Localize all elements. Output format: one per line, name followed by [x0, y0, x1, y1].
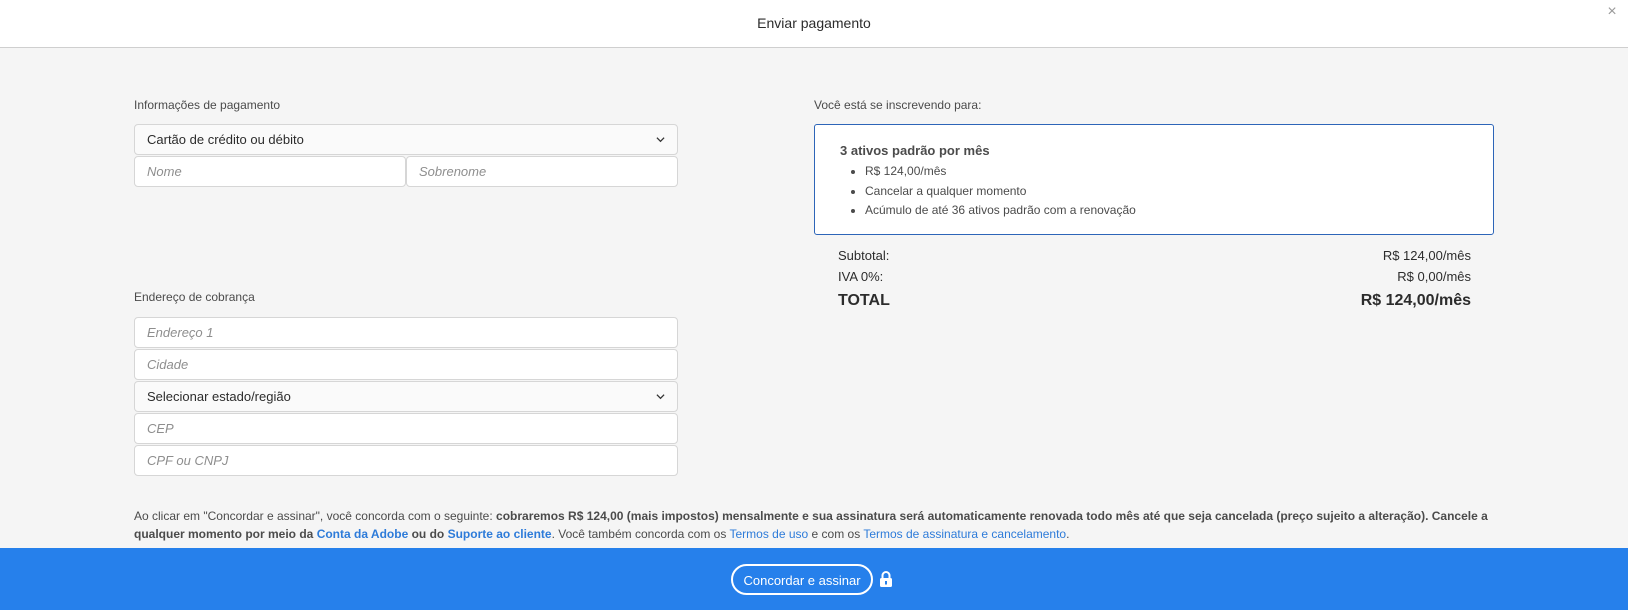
chevron-down-icon [656, 137, 665, 143]
total-value: R$ 124,00/mês [1360, 292, 1471, 309]
city-placeholder: Cidade [147, 357, 189, 372]
legal-intro: Ao clicar em "Concordar e assinar", você… [134, 509, 497, 523]
payment-method-value: Cartão de crédito ou débito [147, 132, 304, 147]
subtotal-label: Subtotal: [838, 248, 890, 263]
plan-summary-card: 3 ativos padrão por mês R$ 124,00/mês Ca… [814, 124, 1494, 235]
subtotal-value: R$ 124,00/mês [1382, 248, 1471, 263]
state-select[interactable]: Selecionar estado/região [134, 381, 678, 412]
payment-method-select[interactable]: Cartão de crédito ou débito [134, 124, 678, 155]
address1-placeholder: Endereço 1 [147, 325, 214, 340]
chevron-down-icon [656, 394, 665, 400]
city-input[interactable]: Cidade [134, 349, 678, 380]
legal-and-text: e com os [808, 527, 864, 541]
last-name-placeholder: Sobrenome [419, 164, 487, 179]
subtotal-row: Subtotal: R$ 124,00/mês [838, 248, 1471, 263]
billing-section-label: Endereço de cobrança [134, 290, 255, 304]
subscription-terms-link[interactable]: Termos de assinatura e cancelamento [863, 527, 1066, 541]
zip-placeholder: CEP [147, 421, 174, 436]
last-name-input[interactable]: Sobrenome [406, 156, 678, 187]
modal-header: Enviar pagamento × [0, 0, 1628, 48]
customer-support-link[interactable]: Suporte ao cliente [448, 527, 552, 541]
close-icon[interactable]: × [1604, 4, 1620, 20]
legal-also-text: . Você também concorda com os [551, 527, 730, 541]
plan-feature-list: R$ 124,00/mês Cancelar a qualquer moment… [849, 162, 1136, 221]
plan-title: 3 ativos padrão por mês [840, 143, 990, 158]
footer-bar: Concordar e assinar [0, 548, 1628, 610]
legal-or-text: ou do [408, 527, 448, 541]
tax-id-input[interactable]: CPF ou CNPJ [134, 445, 678, 476]
lock-icon [880, 571, 892, 587]
page-title: Enviar pagamento [757, 15, 871, 31]
state-value: Selecionar estado/região [147, 389, 291, 404]
first-name-input[interactable]: Nome [134, 156, 406, 187]
list-item: Cancelar a qualquer momento [865, 182, 1136, 202]
adobe-account-link[interactable]: Conta da Adobe [317, 527, 409, 541]
subscription-section-label: Você está se inscrevendo para: [814, 98, 982, 112]
legal-text: Ao clicar em "Concordar e assinar", você… [134, 507, 1494, 543]
total-row: TOTAL R$ 124,00/mês [838, 292, 1471, 310]
tax-id-placeholder: CPF ou CNPJ [147, 453, 229, 468]
first-name-placeholder: Nome [147, 164, 182, 179]
total-label: TOTAL [838, 292, 890, 309]
tax-row: IVA 0%: R$ 0,00/mês [838, 269, 1471, 284]
address1-input[interactable]: Endereço 1 [134, 317, 678, 348]
list-item: R$ 124,00/mês [865, 162, 1136, 182]
tax-label: IVA 0%: [838, 269, 884, 284]
tax-value: R$ 0,00/mês [1397, 269, 1471, 284]
agree-and-subscribe-button[interactable]: Concordar e assinar [731, 564, 873, 595]
terms-of-use-link[interactable]: Termos de uso [729, 527, 808, 541]
payment-section-label: Informações de pagamento [134, 98, 281, 112]
zip-input[interactable]: CEP [134, 413, 678, 444]
list-item: Acúmulo de até 36 ativos padrão com a re… [865, 201, 1136, 221]
legal-end-text: . [1066, 527, 1070, 541]
